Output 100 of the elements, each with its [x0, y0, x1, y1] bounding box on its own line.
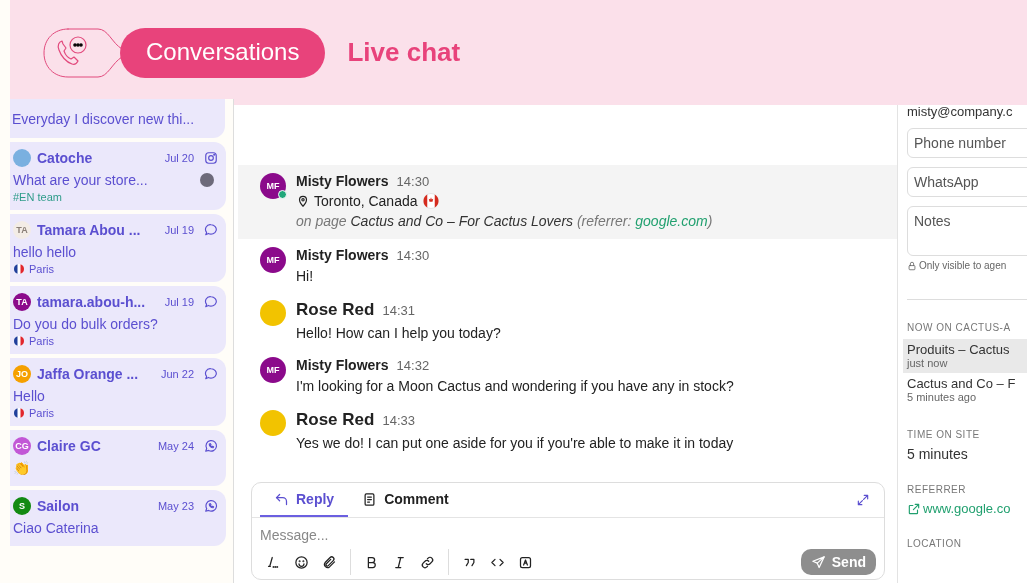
page-visit-text: on page Cactus and Co – For Cactus Lovers (referrer: google.com) [296, 213, 713, 229]
chat-bubble-icon [204, 295, 218, 309]
expand-icon[interactable] [856, 493, 870, 507]
section-heading: NOW ON CACTUS-A [907, 322, 1012, 333]
visit-time: 5 minutes ago [907, 391, 978, 403]
conversation-card[interactable]: JO Jaffa Orange ... Jun 22 Hello Paris [10, 358, 226, 426]
location-text: Paris [29, 263, 55, 275]
message-time: 14:30 [396, 248, 430, 263]
lock-icon [907, 260, 917, 271]
page-title: Live chat [347, 37, 461, 68]
message-time: 14:32 [396, 358, 430, 373]
section-heading: REFERRER [907, 484, 967, 495]
time-on-site-value: 5 minutes [907, 446, 969, 462]
flag-icon [13, 263, 25, 275]
chat-bubble-icon [204, 223, 218, 237]
link-icon[interactable] [420, 554, 435, 570]
chat-bubble-icon [204, 367, 218, 381]
message-preview: 👏 [13, 459, 30, 478]
avatar: TA [13, 221, 31, 239]
page-title-text: Produits – Cactus [907, 342, 1011, 357]
map-pin-icon [296, 194, 310, 208]
avatar: MF [260, 173, 286, 199]
location-text: Paris [29, 407, 55, 419]
section-heading: LOCATION [907, 538, 963, 549]
visit-time: just now [907, 357, 949, 369]
sender-name: Misty Flowers [296, 173, 389, 189]
section-heading: TIME ON SITE [907, 429, 981, 440]
avatar-photo-placeholder [260, 410, 286, 436]
reply-icon [274, 491, 289, 507]
avatar: MF [260, 357, 286, 383]
avatar-photo-placeholder [13, 149, 31, 167]
contact-name: Tamara Abou ... [37, 222, 142, 238]
avatar: CG [13, 437, 31, 455]
conversation-date: Jun 22 [160, 368, 194, 380]
message-text: Hi! [296, 268, 315, 284]
avatar-photo-placeholder [260, 300, 286, 326]
flag-icon [421, 192, 440, 210]
flag-icon [13, 407, 25, 419]
composer-tab[interactable]: Comment [348, 483, 463, 517]
message-time: 14:30 [396, 174, 430, 189]
send-icon [810, 554, 826, 570]
conversation-date: May 24 [157, 440, 194, 452]
conversation-date: Jul 20 [164, 152, 194, 164]
clear-format-icon[interactable] [266, 554, 281, 570]
avatar: TA [13, 293, 31, 311]
conversation-card[interactable]: CG Claire GC May 24 👏 [10, 430, 226, 486]
message-time: 14:33 [382, 413, 415, 428]
conversation-date: Jul 19 [164, 224, 194, 236]
message-preview: hello hello [13, 243, 77, 262]
message-preview: Hello [13, 387, 45, 406]
message-text: Hello! How can I help you today? [296, 325, 501, 341]
team-tag: #EN team [13, 191, 218, 203]
conversation-date: Jul 19 [164, 296, 194, 308]
emoji-icon[interactable] [294, 554, 309, 570]
sender-name: Misty Flowers [296, 247, 389, 263]
message-text: Yes we do! I can put one aside for you if you're able to make it in today [296, 435, 734, 451]
avatar: MF [260, 247, 286, 273]
breadcrumb-link[interactable]: Conversations [120, 27, 326, 78]
contact-name: Sailon [37, 498, 80, 514]
sender-name: Rose Red [296, 410, 375, 430]
external-link-icon [907, 501, 921, 516]
notes-field[interactable]: Notes [907, 206, 1027, 256]
sender-name: Misty Flowers [296, 357, 389, 373]
conversation-card[interactable]: Catoche Jul 20 What are your store... #EN team [10, 142, 226, 210]
conversation-card[interactable]: Everyday I discover new thi... [10, 99, 225, 138]
flag-icon [13, 335, 25, 347]
email-text: misty@company.c [907, 105, 1014, 119]
text-box-icon[interactable] [518, 554, 533, 570]
location-text: Paris [29, 335, 55, 347]
page-visit-item[interactable]: Produits – Cactus just now [903, 339, 1027, 373]
message-preview: Do you do bulk orders? [13, 315, 158, 334]
phone-chat-icon [42, 26, 122, 79]
conversation-card[interactable]: TA tamara.abou-h... Jul 19 Do you do bulk orders? Paris [10, 286, 226, 354]
message-preview: Ciao Caterina [13, 519, 99, 538]
avatar: JO [13, 365, 31, 383]
location-text: Toronto, Canada [314, 193, 418, 209]
referrer-link[interactable]: www.google.co [923, 501, 1011, 516]
italic-icon[interactable] [392, 554, 407, 570]
whatsapp-icon [204, 439, 218, 453]
instagram-icon [204, 151, 218, 165]
conversation-card[interactable]: TA Tamara Abou ... Jul 19 hello hello Paris [10, 214, 226, 282]
page-visit-item[interactable]: Cactus and Co – F 5 minutes ago [903, 373, 1027, 407]
contact-name: tamara.abou-h... [37, 294, 147, 310]
sender-name: Rose Red [296, 300, 375, 320]
message-preview: Everyday I discover new thi... [12, 110, 196, 129]
message-text: I'm looking for a Moon Cactus and wondering if you have any in stock? [296, 378, 734, 394]
page-title-text: Cactus and Co – F [907, 376, 1017, 391]
note-icon [362, 491, 378, 507]
conversation-card[interactable]: S Sailon May 23 Ciao Caterina [10, 490, 226, 546]
contact-name: Catoche [37, 150, 94, 166]
text-field[interactable]: WhatsApp [907, 167, 1027, 197]
text-field[interactable]: Phone number [907, 128, 1027, 158]
contact-name: Jaffa Orange ... [37, 366, 140, 382]
whatsapp-icon [204, 499, 218, 513]
conversation-date: May 23 [157, 500, 194, 512]
paperclip-icon[interactable] [322, 554, 337, 570]
referrer-link[interactable]: google.com [635, 213, 708, 229]
message-preview: What are your store... [13, 171, 148, 190]
message-time: 14:31 [382, 303, 415, 318]
hint-text: Only visible to agen [919, 260, 1007, 271]
